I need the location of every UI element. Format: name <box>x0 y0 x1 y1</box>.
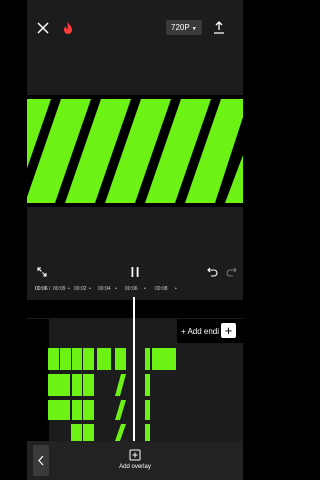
clip-thumbnail[interactable] <box>115 400 126 420</box>
top-toolbar: 720P ▼ <box>27 0 243 55</box>
add-icon: + <box>221 323 236 338</box>
playback-controls <box>27 263 243 281</box>
clip-thumbnail[interactable] <box>115 374 126 396</box>
striped-video-frame <box>27 95 243 207</box>
current-time: 00:06 <box>35 286 48 292</box>
clip-thumbnail[interactable] <box>48 374 70 396</box>
clip-thumbnail[interactable] <box>145 374 150 396</box>
add-ending-label: + Add endi <box>181 327 220 336</box>
flame-icon[interactable] <box>61 20 75 36</box>
clip-thumbnail[interactable] <box>83 424 94 441</box>
clip-thumbnail[interactable] <box>72 400 82 420</box>
timeline[interactable]: + Add endi + <box>27 300 243 441</box>
ruler-mark: 00:06 <box>125 286 138 292</box>
pause-icon[interactable] <box>128 265 142 279</box>
ruler-mark: 00:08 <box>155 286 168 292</box>
clip-thumbnail[interactable] <box>48 400 70 420</box>
undo-icon[interactable] <box>205 265 219 279</box>
add-overlay-icon <box>129 449 141 461</box>
clip-thumbnail[interactable] <box>71 424 82 441</box>
video-preview[interactable] <box>27 95 243 207</box>
bottom-toolbar: Add overlay <box>27 441 243 480</box>
back-button[interactable] <box>33 445 49 476</box>
clip-thumbnail[interactable] <box>152 348 176 370</box>
total-time: 00:09 <box>53 286 66 292</box>
clip-thumbnail[interactable] <box>145 424 150 441</box>
close-icon[interactable] <box>35 20 51 36</box>
clip-thumbnail[interactable] <box>97 348 111 370</box>
clip-thumbnail[interactable] <box>48 348 59 370</box>
clip-thumbnail[interactable] <box>72 374 82 396</box>
time-ruler[interactable]: 00:06 / 00:09 • 00:02 • 00:04 • 00:06 • … <box>27 284 243 296</box>
clip-thumbnail[interactable] <box>145 400 150 420</box>
fullscreen-icon[interactable] <box>35 265 49 279</box>
clip-thumbnail[interactable] <box>145 348 150 370</box>
ruler-mark: 00:02 <box>74 286 87 292</box>
ruler-mark: 00:04 <box>98 286 111 292</box>
chevron-left-icon <box>38 455 44 466</box>
clip-thumbnail[interactable] <box>72 348 82 370</box>
add-overlay-button[interactable]: Add overlay <box>119 449 151 477</box>
clip-thumbnail[interactable] <box>115 424 126 441</box>
add-ending-button[interactable]: + Add endi + <box>177 319 243 343</box>
playhead[interactable] <box>133 297 135 442</box>
cover-track <box>27 300 243 318</box>
caret-down-icon: ▼ <box>191 26 197 32</box>
resolution-selector[interactable]: 720P ▼ <box>166 20 202 35</box>
track-gutter <box>27 319 49 441</box>
editor-frame: 720P ▼ 00:06 / 00:09 • 00:02 • 00:04 • 0… <box>27 0 243 480</box>
clip-thumbnail[interactable] <box>115 348 126 370</box>
clip-thumbnail[interactable] <box>60 348 71 370</box>
export-icon[interactable] <box>212 19 226 35</box>
clip-thumbnail[interactable] <box>83 374 94 396</box>
redo-icon[interactable] <box>224 265 238 279</box>
clip-thumbnail[interactable] <box>83 400 94 420</box>
resolution-label: 720P <box>171 23 190 32</box>
clip-thumbnail[interactable] <box>83 348 94 370</box>
add-overlay-label: Add overlay <box>119 464 151 470</box>
